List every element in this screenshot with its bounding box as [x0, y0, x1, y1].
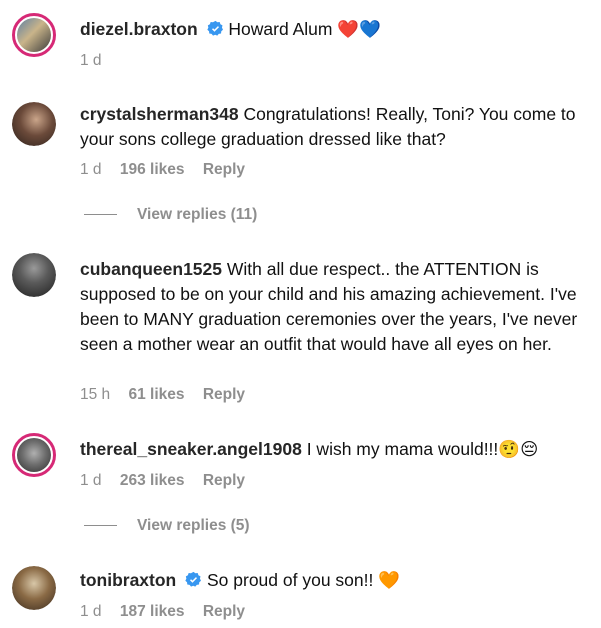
comment-username[interactable]: thereal_sneaker.angel1908 [80, 439, 302, 459]
comment-username[interactable]: crystalsherman348 [80, 104, 239, 124]
comment-username[interactable]: cubanqueen1525 [80, 259, 222, 279]
face-emoji: 🤨😔 [498, 440, 539, 460]
avatar[interactable] [12, 433, 56, 477]
comment-time: 1 d [80, 472, 102, 489]
comment-time: 15 h [80, 386, 111, 403]
orange-heart-emoji: 🧡 [378, 571, 401, 591]
reply-button[interactable]: Reply [203, 603, 245, 620]
comment-time: 1 d [80, 52, 102, 69]
verified-badge-icon [185, 570, 202, 587]
view-replies-label: View replies (5) [137, 517, 250, 534]
likes-count[interactable]: 263 likes [120, 472, 185, 489]
reply-button[interactable]: Reply [203, 472, 245, 489]
comment-text: So proud of you son!! [207, 570, 374, 590]
comment-username[interactable]: tonibraxton [80, 570, 176, 590]
comment-time: 1 d [80, 603, 102, 620]
replies-divider [84, 214, 117, 216]
comment-username[interactable]: diezel.braxton [80, 19, 198, 39]
view-replies-button[interactable]: View replies (5) [84, 517, 250, 535]
reply-button[interactable]: Reply [203, 386, 245, 403]
comment-text: Howard Alum [228, 19, 333, 39]
avatar[interactable] [12, 102, 56, 146]
verified-badge-icon [206, 19, 224, 36]
likes-count[interactable]: 187 likes [120, 603, 185, 620]
likes-count[interactable]: 61 likes [128, 386, 184, 403]
view-replies-button[interactable]: View replies (11) [84, 206, 257, 224]
likes-count[interactable]: 196 likes [120, 161, 185, 178]
avatar[interactable] [12, 13, 56, 57]
view-replies-label: View replies (11) [137, 206, 258, 223]
heart-emoji: ❤️💙 [337, 20, 381, 40]
comment-time: 1 d [80, 161, 102, 178]
reply-button[interactable]: Reply [203, 161, 245, 178]
avatar[interactable] [12, 253, 56, 297]
replies-divider [84, 525, 117, 527]
comment-text: I wish my mama would!!! [306, 439, 499, 459]
avatar[interactable] [12, 566, 56, 610]
